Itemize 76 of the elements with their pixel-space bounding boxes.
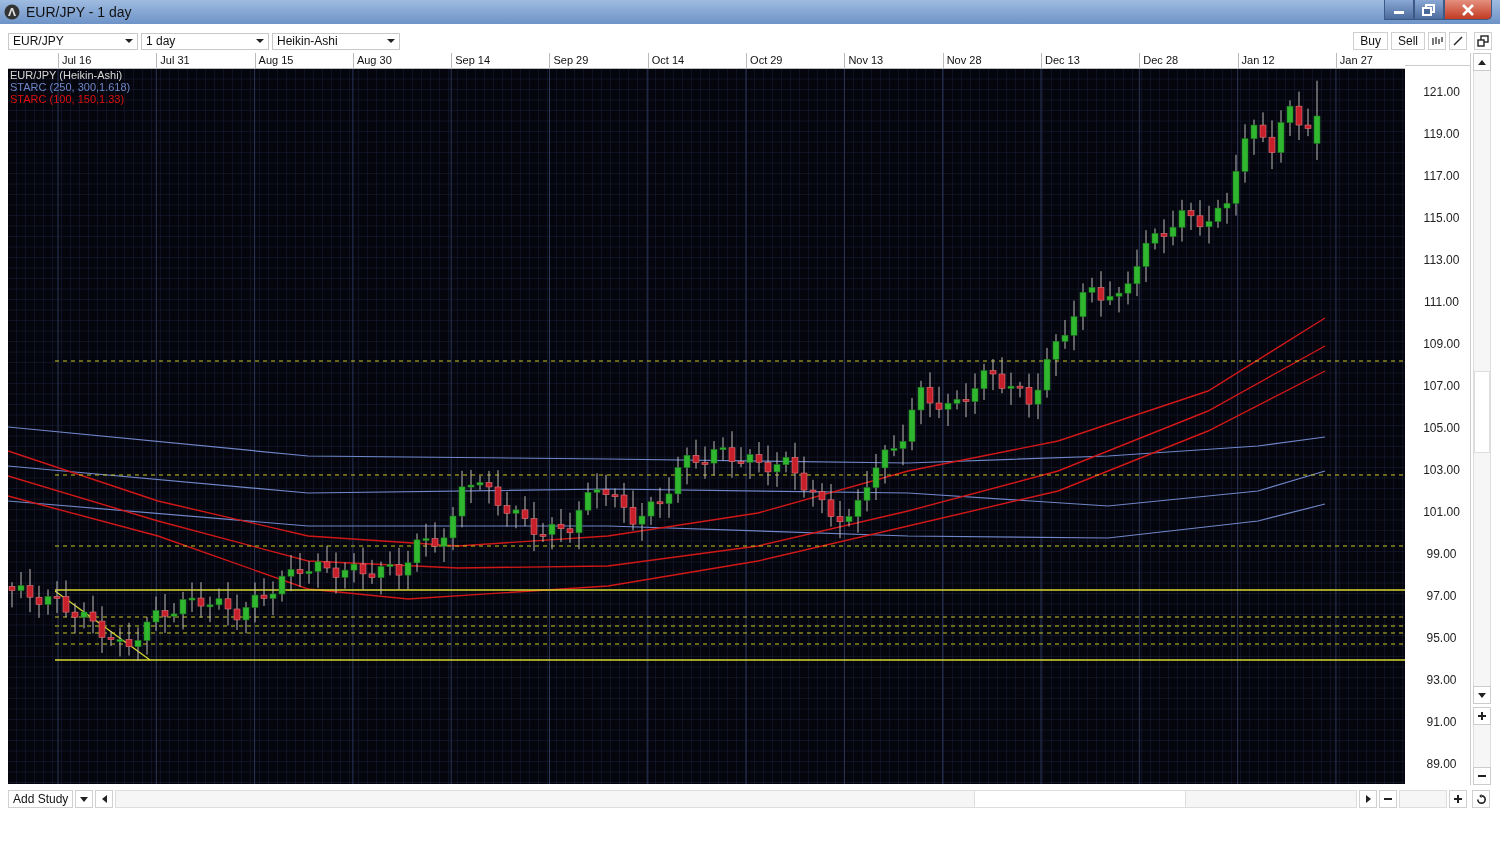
price-label: 101.00 xyxy=(1422,504,1461,521)
price-label: 93.00 xyxy=(1425,672,1458,689)
price-label: 97.00 xyxy=(1425,588,1458,605)
price-label: 89.00 xyxy=(1425,756,1458,773)
study-menu-button[interactable] xyxy=(75,790,94,808)
plus-icon xyxy=(1478,712,1486,720)
up-arrow-icon xyxy=(1478,59,1486,65)
minus-icon xyxy=(1384,795,1393,803)
restore-icon xyxy=(1422,3,1436,16)
minimize-button[interactable] xyxy=(1384,0,1414,20)
price-label: 113.00 xyxy=(1422,252,1461,269)
scroll-right-button[interactable] xyxy=(1359,790,1378,808)
bars-icon xyxy=(1431,36,1443,46)
bars-button[interactable] xyxy=(1428,32,1446,50)
price-label: 107.00 xyxy=(1422,378,1461,395)
legend-label: EUR/JPY (Heikin-Ashi) xyxy=(10,69,124,81)
minimize-icon xyxy=(1394,11,1404,14)
reset-button[interactable] xyxy=(1472,790,1491,808)
price-label: 115.00 xyxy=(1422,210,1461,227)
date-label: Jul 31 xyxy=(156,53,255,68)
date-label: Jan 27 xyxy=(1335,53,1405,68)
legend-label: STARC (100, 150,1.33) xyxy=(10,93,126,105)
sell-button[interactable]: Sell xyxy=(1391,32,1425,50)
price-label: 99.00 xyxy=(1425,546,1458,563)
price-label: 117.00 xyxy=(1422,168,1461,185)
draw-line-button[interactable] xyxy=(1449,32,1467,50)
legend-label: STARC (250, 300,1.618) xyxy=(10,81,131,93)
chart-type-dropdown[interactable]: Heikin-Ashi xyxy=(272,32,400,50)
detach-button[interactable] xyxy=(1474,32,1492,50)
zoom-in-button[interactable] xyxy=(1449,790,1468,808)
price-label: 119.00 xyxy=(1422,126,1461,143)
zoom-in-button[interactable] xyxy=(1473,707,1491,725)
reset-icon xyxy=(1475,793,1487,805)
price-label: 105.00 xyxy=(1422,420,1461,437)
interval-dropdown[interactable]: 1 day xyxy=(141,32,269,50)
scroll-left-button[interactable] xyxy=(95,790,114,808)
date-label: Sep 14 xyxy=(451,53,550,68)
date-label: Jan 12 xyxy=(1237,53,1336,68)
scroll-thumb[interactable] xyxy=(1474,371,1490,453)
app-logo-icon xyxy=(4,4,20,20)
date-label: Dec 28 xyxy=(1139,53,1238,68)
close-icon xyxy=(1461,3,1475,16)
date-label: Oct 29 xyxy=(746,53,845,68)
date-label: Jul 16 xyxy=(58,53,157,68)
down-arrow-icon xyxy=(1478,692,1486,698)
price-label: 91.00 xyxy=(1425,714,1458,731)
zoom-out-button[interactable] xyxy=(1473,767,1491,785)
minus-icon xyxy=(1478,772,1486,780)
date-label: Aug 30 xyxy=(352,53,452,68)
scroll-up-button[interactable] xyxy=(1473,53,1491,71)
window-title: EUR/JPY - 1 day xyxy=(26,4,132,20)
buy-button[interactable]: Buy xyxy=(1353,32,1388,50)
date-label: Nov 28 xyxy=(942,53,1041,68)
add-study-button[interactable]: Add Study xyxy=(8,790,74,808)
right-arrow-icon xyxy=(1365,795,1371,803)
date-label: Sep 29 xyxy=(549,53,648,68)
date-label: Aug 15 xyxy=(254,53,353,68)
price-label: 121.00 xyxy=(1422,84,1461,101)
date-label: Dec 13 xyxy=(1040,53,1140,68)
price-label: 103.00 xyxy=(1422,462,1461,479)
price-label: 95.00 xyxy=(1425,630,1458,647)
maximize-button[interactable] xyxy=(1414,0,1444,20)
plus-icon xyxy=(1454,795,1463,803)
scroll-thumb[interactable] xyxy=(974,791,1187,807)
price-label: 109.00 xyxy=(1422,336,1461,353)
date-label: Nov 13 xyxy=(844,53,943,68)
zoom-out-button[interactable] xyxy=(1379,790,1398,808)
line-icon xyxy=(1453,36,1463,46)
price-label: 111.00 xyxy=(1423,294,1460,311)
caret-icon xyxy=(80,796,89,802)
date-label: Oct 14 xyxy=(647,53,747,68)
windows-icon xyxy=(1477,35,1489,47)
close-button[interactable] xyxy=(1444,0,1492,20)
left-arrow-icon xyxy=(101,795,107,803)
scroll-down-button[interactable] xyxy=(1473,686,1491,704)
symbol-dropdown[interactable]: EUR/JPY xyxy=(8,32,138,50)
